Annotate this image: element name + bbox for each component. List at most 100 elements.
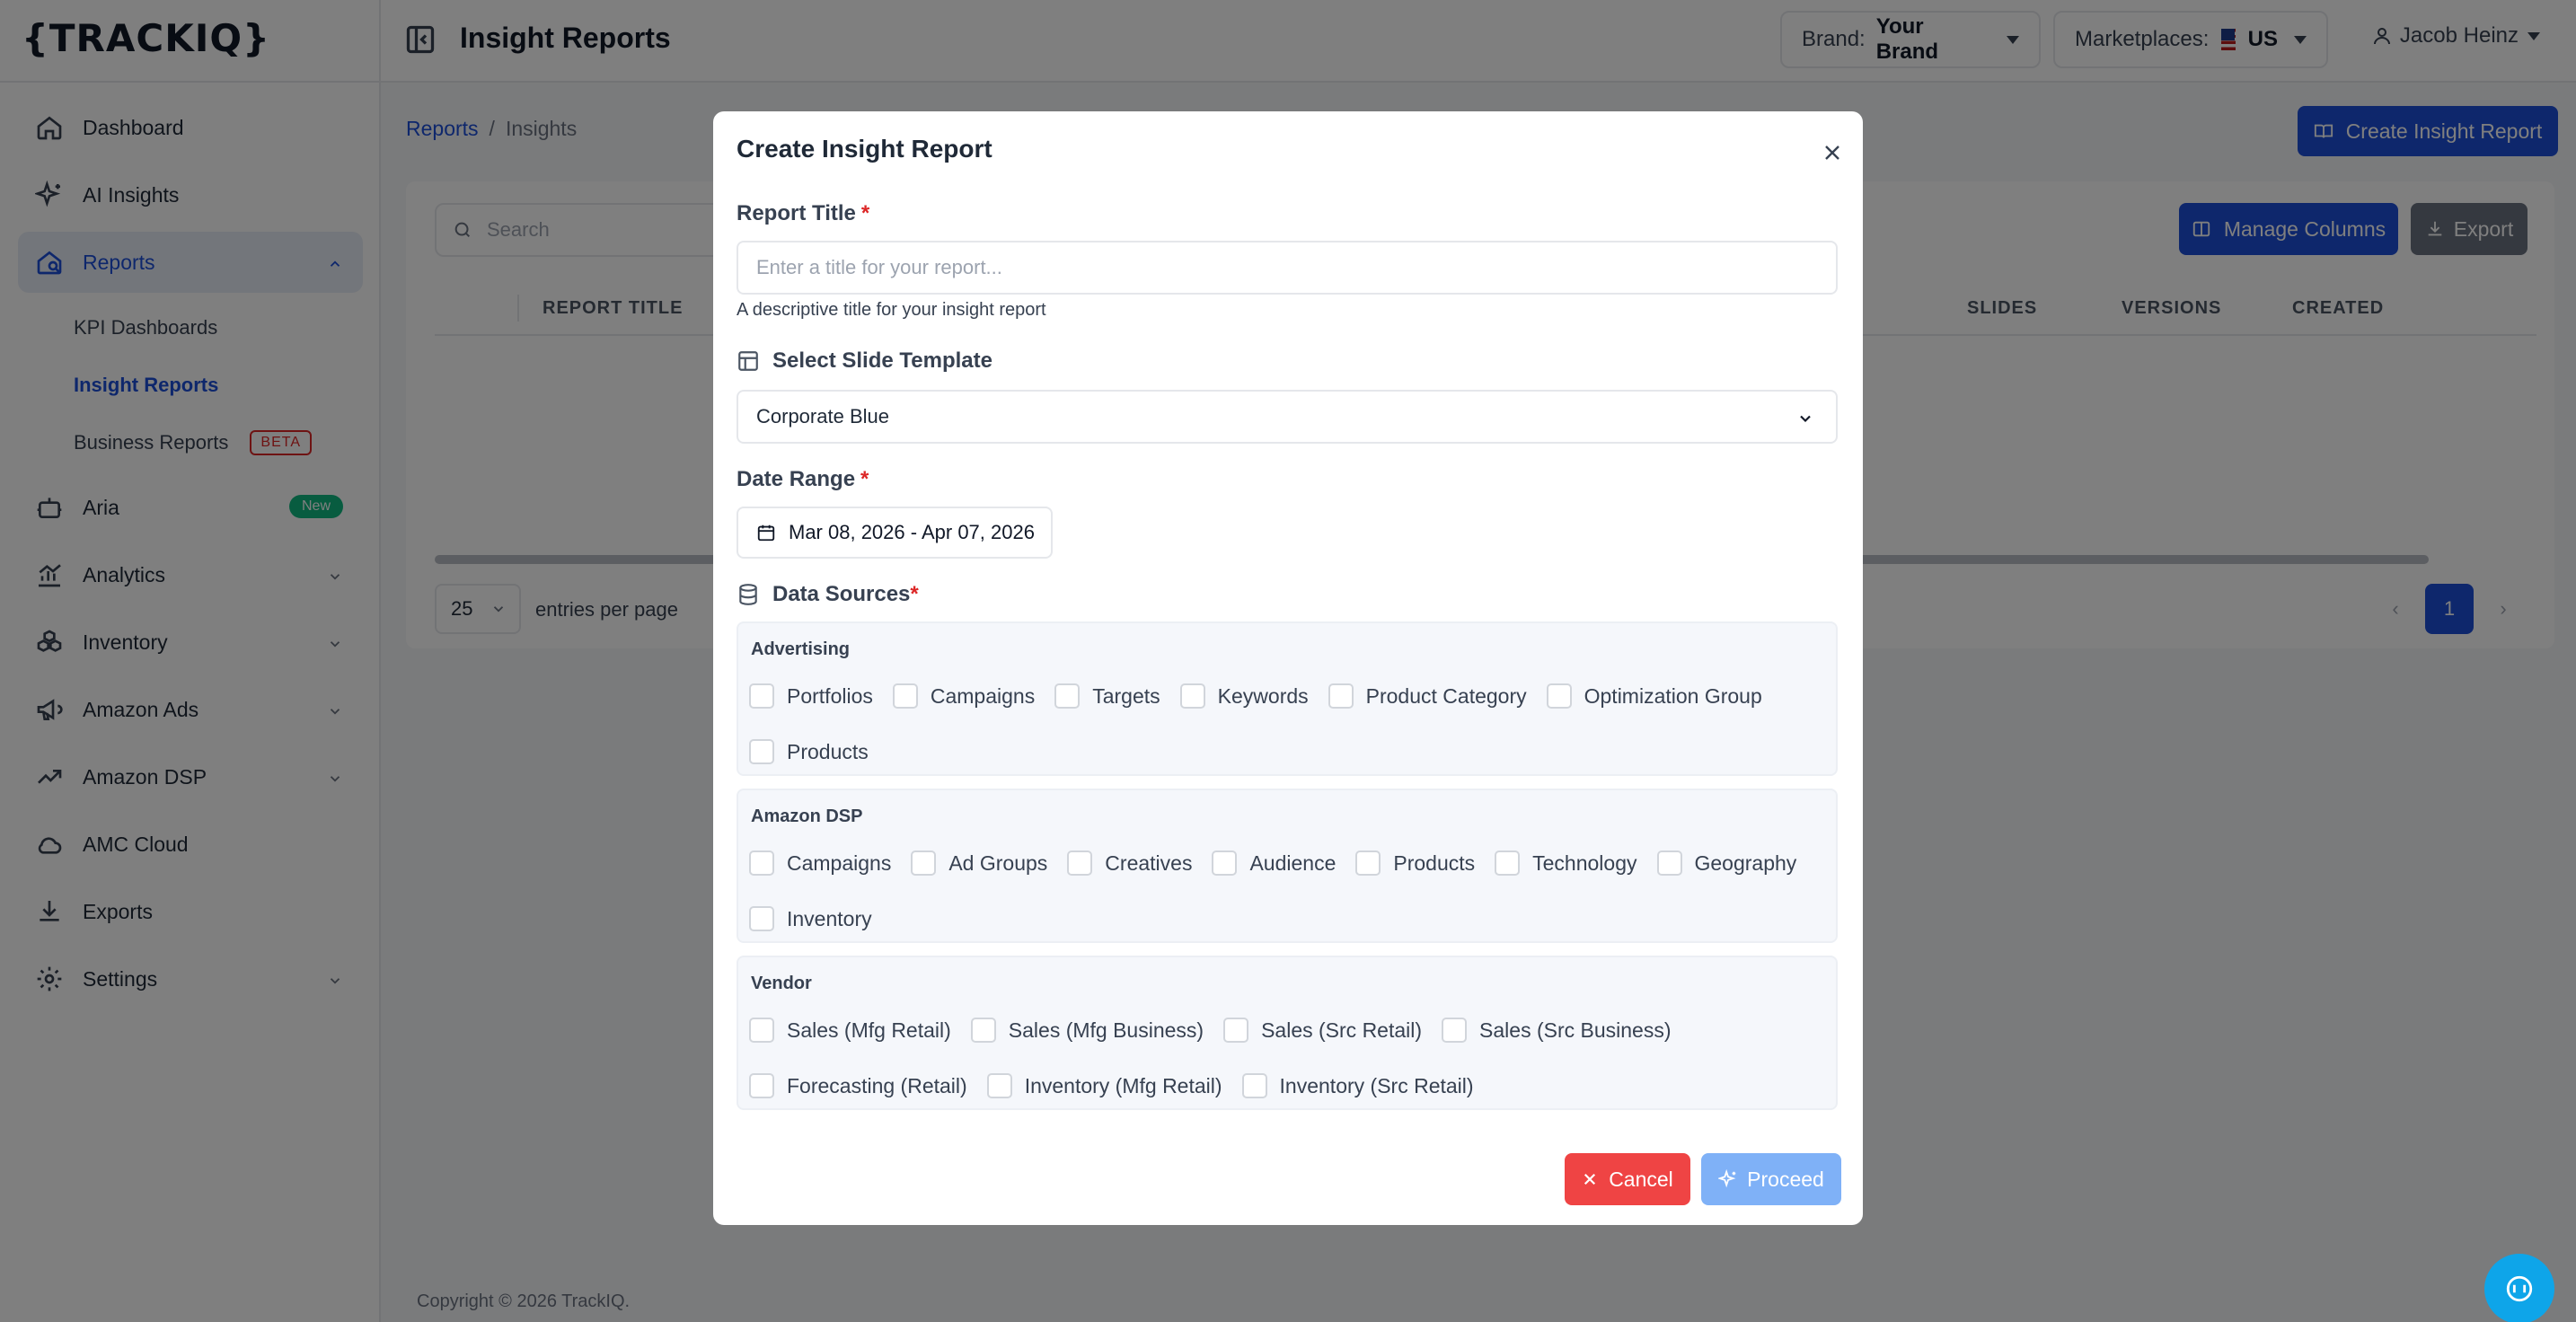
checkbox-campaigns[interactable]: Campaigns bbox=[892, 668, 1036, 724]
checkbox[interactable] bbox=[1546, 683, 1572, 709]
data-source-group-vendor: Vendor Sales (Mfg Retail) Sales (Mfg Bus… bbox=[737, 956, 1838, 1110]
checkbox-label: Inventory bbox=[787, 906, 872, 930]
checkbox-label: Inventory (Src Retail) bbox=[1279, 1073, 1474, 1097]
checkbox-inventory-src-retail[interactable]: Inventory (Src Retail) bbox=[1241, 1058, 1474, 1114]
date-range-picker[interactable]: Mar 08, 2026 - Apr 07, 2026 bbox=[737, 507, 1053, 559]
checkbox[interactable] bbox=[749, 1073, 774, 1098]
checkbox-label: Products bbox=[787, 739, 869, 763]
checkbox-list: Portfolios Campaigns Targets Keywords Pr… bbox=[749, 668, 1827, 780]
checkbox-label: Optimization Group bbox=[1584, 683, 1762, 708]
checkbox-optimization-group[interactable]: Optimization Group bbox=[1546, 668, 1762, 724]
checkbox-products[interactable]: Products bbox=[749, 724, 869, 780]
checkbox-ad-groups[interactable]: Ad Groups bbox=[911, 835, 1047, 891]
checkbox-inventory-mfg-retail[interactable]: Inventory (Mfg Retail) bbox=[986, 1058, 1222, 1114]
report-title-label: Report Title * bbox=[737, 201, 869, 226]
group-title: Amazon DSP bbox=[751, 806, 863, 826]
chat-bubble-icon bbox=[2506, 1275, 2533, 1302]
checkbox[interactable] bbox=[1067, 850, 1093, 876]
checkbox[interactable] bbox=[1223, 1018, 1249, 1043]
checkbox[interactable] bbox=[1212, 850, 1238, 876]
checkbox[interactable] bbox=[749, 906, 774, 931]
checkbox-label: Portfolios bbox=[787, 683, 873, 708]
checkbox-dsp-inventory[interactable]: Inventory bbox=[749, 891, 872, 947]
checkbox-label: Geography bbox=[1694, 850, 1797, 875]
report-title-hint: A descriptive title for your insight rep… bbox=[737, 300, 1046, 320]
close-icon bbox=[1584, 1173, 1596, 1185]
calendar-icon bbox=[757, 524, 775, 542]
checkbox-dsp-products[interactable]: Products bbox=[1355, 835, 1475, 891]
checkbox-label: Ad Groups bbox=[948, 850, 1048, 875]
checkbox-sales-mfg-business[interactable]: Sales (Mfg Business) bbox=[970, 1002, 1204, 1058]
required-mark: * bbox=[860, 201, 870, 225]
checkbox-label: Campaigns bbox=[787, 850, 892, 875]
checkbox[interactable] bbox=[1179, 683, 1205, 709]
template-select[interactable]: Corporate Blue bbox=[737, 390, 1838, 444]
layout-template-icon bbox=[738, 351, 758, 371]
checkbox-audience[interactable]: Audience bbox=[1212, 835, 1336, 891]
checkbox-label: Products bbox=[1393, 850, 1476, 875]
checkbox-label: Forecasting (Retail) bbox=[787, 1073, 967, 1097]
template-value: Corporate Blue bbox=[756, 405, 889, 427]
checkbox-label: Campaigns bbox=[930, 683, 1036, 708]
template-label: Select Slide Template bbox=[737, 348, 992, 374]
checkbox-label: Sales (Mfg Business) bbox=[1008, 1018, 1204, 1042]
checkbox-targets[interactable]: Targets bbox=[1054, 668, 1160, 724]
checkbox-geography[interactable]: Geography bbox=[1656, 835, 1797, 891]
create-insight-report-modal: Create Insight Report Report Title* A de… bbox=[713, 111, 1863, 1225]
button-label: Proceed bbox=[1747, 1167, 1824, 1191]
checkbox[interactable] bbox=[1495, 850, 1521, 876]
checkbox-technology[interactable]: Technology bbox=[1495, 835, 1637, 891]
checkbox[interactable] bbox=[892, 683, 918, 709]
checkbox-sales-src-business[interactable]: Sales (Src Business) bbox=[1442, 1002, 1672, 1058]
data-source-group-advertising: Advertising Portfolios Campaigns Targets… bbox=[737, 621, 1838, 776]
checkbox-label: Inventory (Mfg Retail) bbox=[1024, 1073, 1222, 1097]
checkbox-label: Targets bbox=[1092, 683, 1160, 708]
checkbox-product-category[interactable]: Product Category bbox=[1328, 668, 1527, 724]
checkbox-sales-src-retail[interactable]: Sales (Src Retail) bbox=[1223, 1002, 1422, 1058]
chat-support-button[interactable] bbox=[2484, 1254, 2554, 1322]
checkbox-label: Product Category bbox=[1365, 683, 1527, 708]
close-icon[interactable] bbox=[1822, 142, 1843, 163]
button-label: Cancel bbox=[1609, 1167, 1673, 1191]
checkbox-keywords[interactable]: Keywords bbox=[1179, 668, 1309, 724]
report-title-input[interactable] bbox=[737, 241, 1838, 295]
date-range-label: Date Range * bbox=[737, 467, 869, 492]
checkbox-label: Sales (Mfg Retail) bbox=[787, 1018, 951, 1042]
checkbox[interactable] bbox=[749, 1018, 774, 1043]
checkbox-list: Campaigns Ad Groups Creatives Audience P… bbox=[749, 835, 1827, 947]
checkbox-label: Audience bbox=[1249, 850, 1337, 875]
checkbox-label: Technology bbox=[1532, 850, 1637, 875]
checkbox-label: Sales (Src Retail) bbox=[1261, 1018, 1423, 1042]
checkbox[interactable] bbox=[749, 850, 774, 876]
checkbox-label: Creatives bbox=[1105, 850, 1193, 875]
label-text: Select Slide Template bbox=[772, 348, 992, 373]
checkbox-list: Sales (Mfg Retail) Sales (Mfg Business) … bbox=[749, 1002, 1827, 1114]
data-sources-label: Data Sources * bbox=[737, 582, 919, 607]
proceed-button[interactable]: Proceed bbox=[1701, 1153, 1841, 1205]
chevron-down-icon bbox=[1800, 415, 1811, 423]
checkbox[interactable] bbox=[1328, 683, 1354, 709]
checkbox[interactable] bbox=[970, 1018, 996, 1043]
checkbox[interactable] bbox=[749, 739, 774, 764]
checkbox[interactable] bbox=[749, 683, 774, 709]
checkbox[interactable] bbox=[1656, 850, 1682, 876]
checkbox[interactable] bbox=[911, 850, 937, 876]
required-mark: * bbox=[860, 467, 869, 491]
checkbox[interactable] bbox=[1442, 1018, 1468, 1043]
cancel-button[interactable]: Cancel bbox=[1565, 1153, 1690, 1205]
checkbox[interactable] bbox=[1355, 850, 1381, 876]
checkbox-forecasting-retail[interactable]: Forecasting (Retail) bbox=[749, 1058, 967, 1114]
checkbox-portfolios[interactable]: Portfolios bbox=[749, 668, 873, 724]
checkbox[interactable] bbox=[1054, 683, 1081, 709]
modal-title: Create Insight Report bbox=[737, 135, 992, 163]
checkbox-creatives[interactable]: Creatives bbox=[1067, 835, 1192, 891]
label-text: Date Range bbox=[737, 467, 856, 491]
checkbox[interactable] bbox=[1241, 1073, 1267, 1098]
checkbox[interactable] bbox=[986, 1073, 1012, 1098]
date-range-value: Mar 08, 2026 - Apr 07, 2026 bbox=[789, 521, 1035, 543]
checkbox-sales-mfg-retail[interactable]: Sales (Mfg Retail) bbox=[749, 1002, 951, 1058]
sparkles-icon bbox=[1718, 1169, 1736, 1188]
group-title: Vendor bbox=[751, 974, 812, 993]
checkbox-dsp-campaigns[interactable]: Campaigns bbox=[749, 835, 891, 891]
checkbox-label: Keywords bbox=[1217, 683, 1309, 708]
